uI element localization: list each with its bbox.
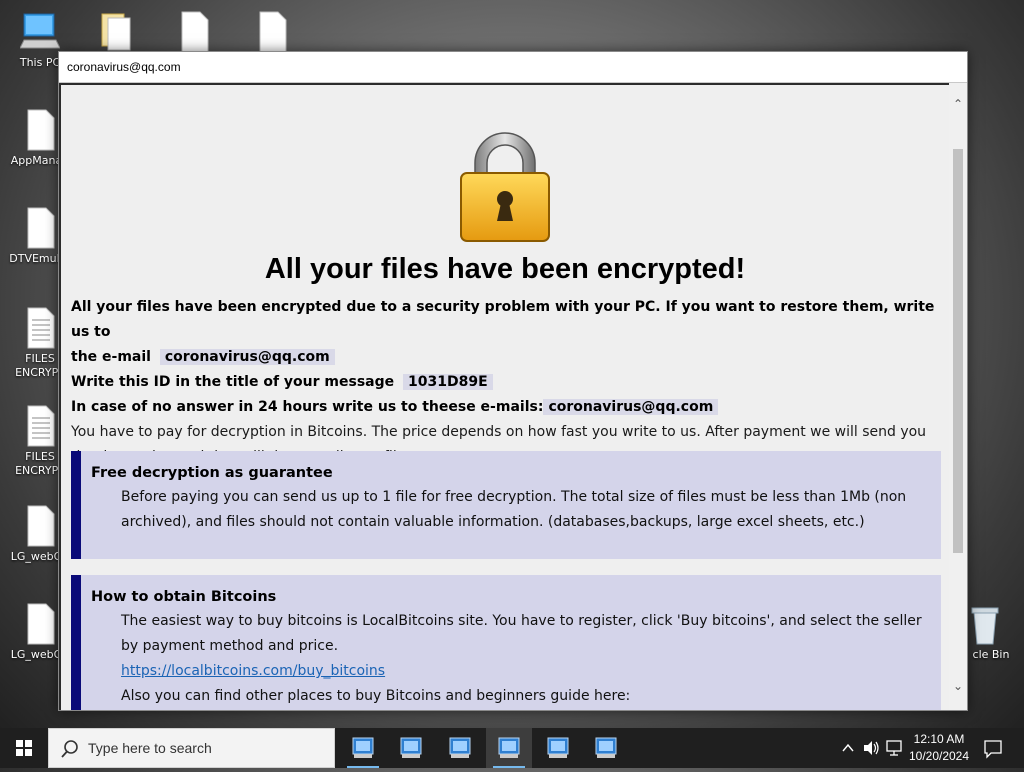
taskbar-app-6[interactable] bbox=[583, 728, 629, 768]
taskbar-app-3[interactable] bbox=[437, 728, 483, 768]
box-title: How to obtain Bitcoins bbox=[91, 589, 277, 605]
scroll-down-icon[interactable]: ⌄ bbox=[949, 679, 967, 697]
computer-icon bbox=[20, 13, 60, 49]
file-icon bbox=[27, 109, 55, 151]
box-title: Free decryption as guarantee bbox=[91, 465, 333, 481]
text-document-icon bbox=[27, 307, 55, 349]
windows-logo-icon bbox=[16, 740, 32, 756]
taskbar-app-1[interactable] bbox=[340, 728, 386, 768]
ransom-note-window: coronavirus@qq.com All your files have b… bbox=[58, 51, 968, 711]
setup-app-icon bbox=[595, 737, 617, 758]
desktop-icon-file[interactable] bbox=[232, 10, 312, 56]
vertical-scrollbar[interactable]: ⌃ ⌄ bbox=[949, 83, 967, 710]
setup-app-icon bbox=[449, 737, 471, 758]
padlock-icon bbox=[460, 132, 550, 242]
intro-line1: All your files have been encrypted due t… bbox=[71, 299, 935, 340]
page-title: All your files have been encrypted! bbox=[264, 253, 746, 285]
free-decryption-box: Free decryption as guarantee Before payi… bbox=[71, 451, 941, 559]
box-text: Before paying you can send us up to 1 fi… bbox=[121, 489, 907, 530]
setup-app-icon bbox=[400, 737, 422, 758]
taskbar-app-5[interactable] bbox=[535, 728, 581, 768]
obtain-bitcoins-box: How to obtain Bitcoins The easiest way t… bbox=[71, 575, 941, 710]
contact-email-2: coronavirus@qq.com bbox=[543, 399, 719, 415]
volume-icon[interactable] bbox=[861, 728, 881, 768]
id-instruction: Write this ID in the title of your messa… bbox=[71, 374, 395, 390]
contact-email: coronavirus@qq.com bbox=[159, 349, 335, 365]
file-icon bbox=[27, 603, 55, 645]
setup-app-icon bbox=[547, 737, 569, 758]
bitcoin-instructions: The easiest way to buy bitcoins is Local… bbox=[121, 613, 922, 654]
file-icon bbox=[27, 505, 55, 547]
scrollbar-thumb[interactable] bbox=[953, 149, 963, 553]
taskbar-search-box[interactable]: Type here to search bbox=[48, 728, 335, 768]
search-placeholder: Type here to search bbox=[88, 740, 212, 756]
clock-date[interactable]: 10/20/2024 bbox=[906, 749, 972, 763]
taskbar-app-2[interactable] bbox=[388, 728, 434, 768]
chevron-up-icon[interactable] bbox=[840, 728, 856, 768]
recycle-bin-icon bbox=[971, 607, 999, 645]
window-title: coronavirus@qq.com bbox=[59, 52, 967, 83]
clock-time[interactable]: 12:10 AM bbox=[906, 732, 972, 746]
start-button[interactable] bbox=[0, 728, 48, 768]
taskbar: Type here to search 12:10 AM 10/20/2024 bbox=[0, 728, 1024, 768]
fallback-instruction: In case of no answer in 24 hours write u… bbox=[71, 399, 544, 415]
box-text: The easiest way to buy bitcoins is Local… bbox=[121, 609, 933, 709]
intro-text: All your files have been encrypted due t… bbox=[71, 295, 935, 470]
desktop-icon-folder[interactable] bbox=[76, 10, 156, 56]
folder-icon bbox=[101, 13, 131, 51]
file-icon bbox=[27, 207, 55, 249]
file-icon bbox=[181, 11, 209, 53]
intro-line1-cont: the e-mail bbox=[71, 349, 151, 365]
scroll-up-icon[interactable]: ⌃ bbox=[949, 97, 967, 115]
localbitcoins-link[interactable]: https://localbitcoins.com/buy_bitcoins bbox=[121, 663, 385, 679]
note-content: All your files have been encrypted! All … bbox=[59, 83, 949, 710]
notification-icon[interactable] bbox=[978, 728, 1008, 768]
text-document-icon bbox=[27, 405, 55, 447]
network-icon[interactable] bbox=[884, 728, 904, 768]
victim-id: 1031D89E bbox=[403, 374, 493, 390]
setup-app-icon bbox=[352, 737, 374, 758]
search-icon bbox=[61, 740, 78, 758]
desktop-icon-file[interactable] bbox=[154, 10, 234, 56]
setup-app-icon bbox=[498, 737, 520, 758]
bitcoin-guide-text: Also you can find other places to buy Bi… bbox=[121, 688, 631, 704]
taskbar-app-4[interactable] bbox=[486, 728, 532, 768]
file-icon bbox=[259, 11, 287, 53]
